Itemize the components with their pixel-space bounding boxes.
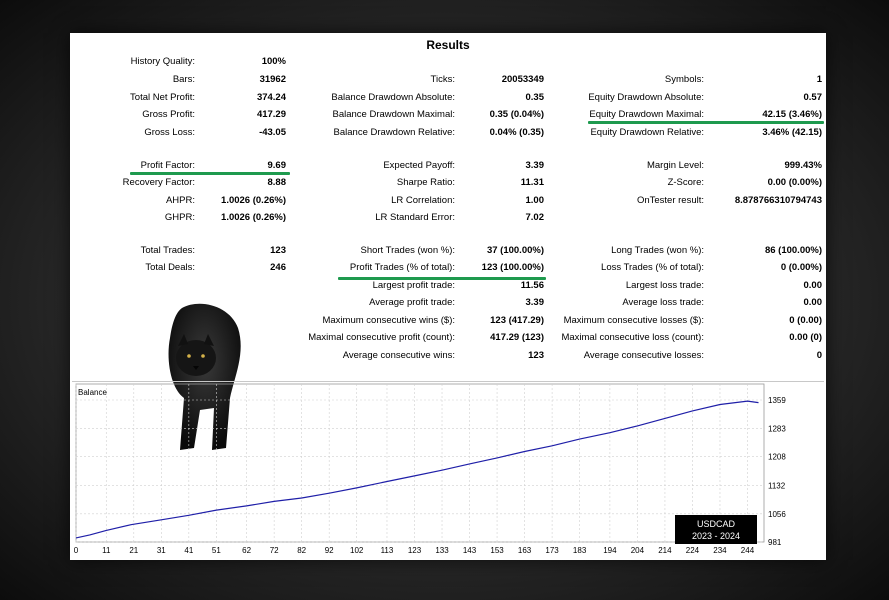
x-tick-label: 123 xyxy=(408,546,422,555)
col2-label: Balance Drawdown Absolute: xyxy=(331,92,455,103)
col2-label: Average consecutive wins: xyxy=(342,350,455,361)
col2-label: Average profit trade: xyxy=(369,297,455,308)
col3-label: Loss Trades (% of total): xyxy=(601,262,704,273)
col3-value: 0 (0.00%) xyxy=(780,262,822,273)
x-tick-label: 173 xyxy=(545,546,559,555)
col3-value: 8.878766310794743 xyxy=(734,195,822,206)
col3-value: 0 (0.00) xyxy=(789,315,822,326)
col1-label: Gross Loss: xyxy=(144,127,195,138)
col1-label: Recovery Factor: xyxy=(122,177,195,188)
col1-label: AHPR: xyxy=(165,195,195,206)
plot-frame xyxy=(75,383,765,543)
col3-value: 0.00 (0.00%) xyxy=(767,177,822,188)
balance-series-line xyxy=(75,400,759,539)
col3-label: Long Trades (won %): xyxy=(611,245,704,256)
col2-label: Expected Payoff: xyxy=(383,160,455,171)
col3-label: Equity Drawdown Absolute: xyxy=(588,92,704,103)
col3-label: Average loss trade: xyxy=(622,297,704,308)
x-tick-label: 113 xyxy=(381,546,394,555)
col1-label: Profit Factor: xyxy=(140,160,195,171)
col2-label: Balance Drawdown Relative: xyxy=(333,127,455,138)
x-tick-label: 0 xyxy=(74,546,79,555)
col1-label: GHPR: xyxy=(164,212,195,223)
x-tick-label: 41 xyxy=(184,546,193,555)
x-tick-label: 82 xyxy=(297,546,306,555)
x-tick-label: 92 xyxy=(325,546,334,555)
col3-label: Maximal consecutive loss (count): xyxy=(561,332,704,343)
report-title: Results xyxy=(426,38,470,52)
symbol-badge: USDCAD 2023 - 2024 xyxy=(675,515,757,544)
col3-label: OnTester result: xyxy=(636,195,704,206)
col3-label: Z-Score: xyxy=(667,177,704,188)
x-tick-label: 31 xyxy=(157,546,166,555)
col2-label: Ticks: xyxy=(430,74,455,85)
y-tick-label: 1283 xyxy=(768,425,786,434)
profit-factor-underline xyxy=(130,172,290,175)
x-tick-label: 143 xyxy=(463,546,477,555)
y-tick-label: 1132 xyxy=(768,481,786,490)
col2-label: LR Standard Error: xyxy=(375,212,455,223)
col3-label: Equity Drawdown Maximal: xyxy=(589,109,704,120)
y-tick-label: 981 xyxy=(768,538,782,547)
col2-label: Maximal consecutive profit (count): xyxy=(308,332,455,343)
col2-label: Maximum consecutive wins ($): xyxy=(322,315,455,326)
col1-value: 100% xyxy=(261,56,286,67)
symbol-label: USDCAD xyxy=(696,519,735,529)
col3-label: Margin Level: xyxy=(646,160,704,171)
col3-label: Maximum consecutive losses ($): xyxy=(563,315,704,326)
x-tick-label: 244 xyxy=(741,546,755,555)
col2-label: Short Trades (won %): xyxy=(360,245,455,256)
col3-value: 0.57 xyxy=(803,92,823,103)
col3-label: Average consecutive losses: xyxy=(583,350,704,361)
x-tick-label: 224 xyxy=(686,546,700,555)
col2-label: Largest profit trade: xyxy=(372,280,455,291)
x-tick-label: 153 xyxy=(490,546,504,555)
x-tick-label: 62 xyxy=(242,546,251,555)
col3-label: Symbols: xyxy=(664,74,704,85)
period-label: 2023 - 2024 xyxy=(691,531,741,541)
col3-value: 0.00 (0) xyxy=(789,332,822,343)
col3-value: 86 (100.00%) xyxy=(764,245,822,256)
y-tick-label: 1359 xyxy=(768,396,786,405)
col3-value: 0 xyxy=(816,350,822,361)
col3-value: 999.43% xyxy=(784,160,822,171)
x-tick-label: 51 xyxy=(212,546,221,555)
col1-label: History Quality: xyxy=(130,56,195,67)
x-tick-label: 214 xyxy=(658,546,672,555)
col3-value: 3.46% (42.15) xyxy=(762,127,822,138)
x-tick-label: 234 xyxy=(713,546,727,555)
col3-value: 1 xyxy=(816,74,822,85)
x-tick-label: 204 xyxy=(631,546,645,555)
x-tick-label: 183 xyxy=(573,546,587,555)
col1-label: Total Deals: xyxy=(145,262,195,273)
y-tick-label: 1056 xyxy=(768,510,786,519)
results-report: Results History Quality: 100% Bars: 31962 To… xyxy=(70,33,826,560)
col2-value: 7.02 xyxy=(525,212,545,223)
col3-value: 0.00 xyxy=(803,297,823,308)
col1-label: Gross Profit: xyxy=(142,109,195,120)
x-tick-label: 163 xyxy=(518,546,532,555)
col1-label: Bars: xyxy=(172,74,195,85)
col2-label: Sharpe Ratio: xyxy=(396,177,455,188)
col3-label: Equity Drawdown Relative: xyxy=(590,127,704,138)
x-tick-label: 11 xyxy=(102,546,111,555)
col2-label: LR Correlation: xyxy=(391,195,455,206)
x-tick-label: 72 xyxy=(270,546,279,555)
col3-value: 0.00 xyxy=(803,280,823,291)
y-tick-label: 1208 xyxy=(768,453,786,462)
col1-label: Total Trades: xyxy=(140,245,195,256)
x-tick-label: 194 xyxy=(603,546,617,555)
col2-label: Profit Trades (% of total): xyxy=(349,262,455,273)
x-tick-label: 21 xyxy=(129,546,138,555)
col3-value: 42.15 (3.46%) xyxy=(762,109,822,120)
col3-label: Largest loss trade: xyxy=(625,280,704,291)
profit-trades-underline xyxy=(338,277,546,280)
equity-drawdown-underline xyxy=(588,121,824,124)
col2-label: Balance Drawdown Maximal: xyxy=(332,109,456,120)
chart-title: Balance xyxy=(78,388,107,397)
x-tick-label: 133 xyxy=(435,546,449,555)
x-tick-label: 102 xyxy=(350,546,364,555)
col1-label: Total Net Profit: xyxy=(130,92,195,103)
